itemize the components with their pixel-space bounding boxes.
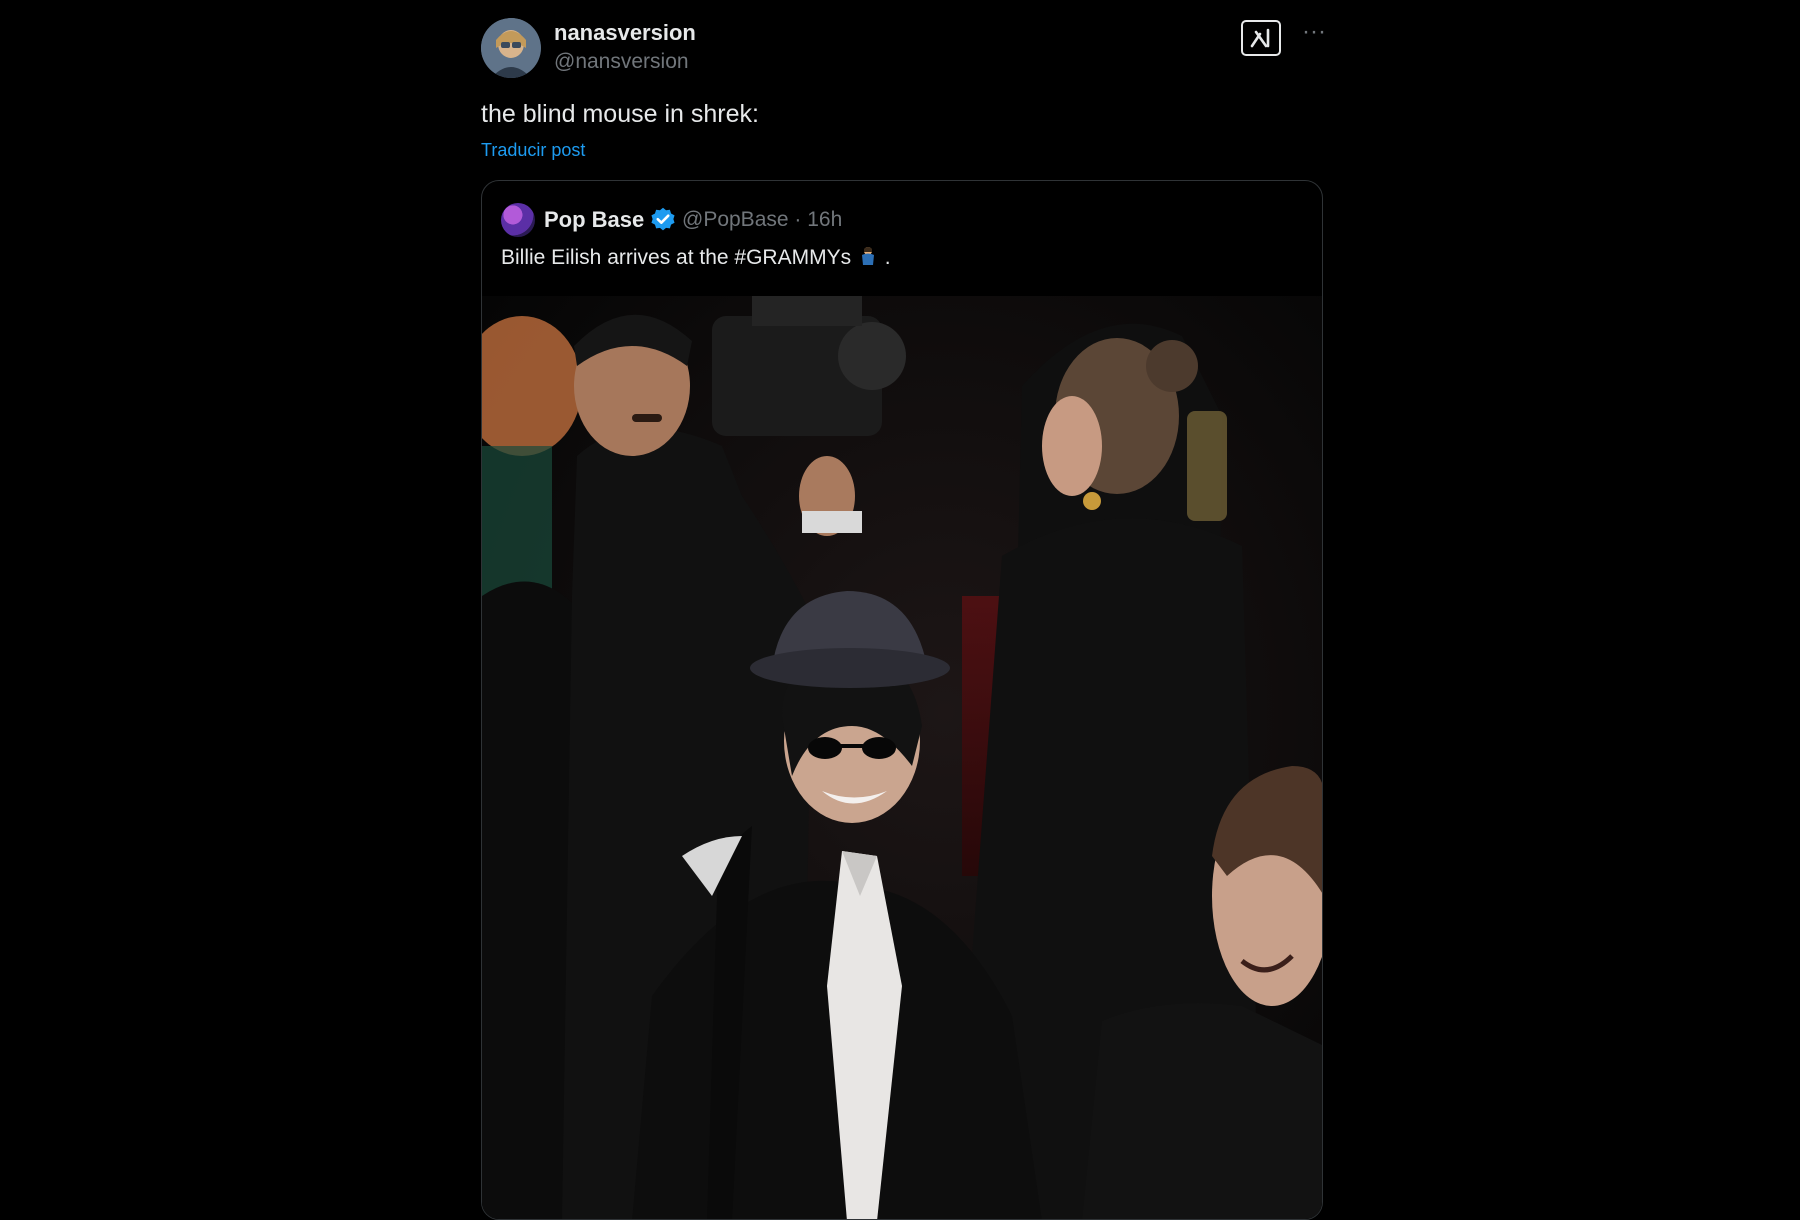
quoted-user-handle-time[interactable]: @PopBase · 16h bbox=[682, 208, 842, 232]
quoted-post[interactable]: Pop Base @PopBase · 16h Billie Eilish ar… bbox=[481, 180, 1323, 1220]
quoted-user-display-name[interactable]: Pop Base bbox=[544, 207, 644, 233]
grok-icon[interactable] bbox=[1241, 20, 1281, 56]
user-avatar[interactable] bbox=[481, 18, 541, 78]
avatar-image-icon bbox=[481, 18, 541, 78]
translate-post-link[interactable]: Traducir post bbox=[481, 140, 585, 161]
more-options-icon[interactable]: ··· bbox=[1299, 20, 1329, 52]
quoted-post-photo[interactable] bbox=[482, 296, 1322, 1219]
quoted-user-avatar[interactable] bbox=[501, 203, 535, 237]
photo-image bbox=[482, 296, 1322, 1219]
post-text: the blind mouse in shrek: bbox=[481, 100, 759, 128]
user-display-name[interactable]: nanasversion bbox=[554, 20, 696, 46]
quoted-post-text-suffix: . bbox=[884, 246, 891, 269]
tweet: nanasversion @nansversion ··· the blind … bbox=[481, 0, 1326, 1220]
verified-badge-icon bbox=[651, 207, 675, 231]
quoted-post-text: Billie Eilish arrives at the #GRAMMYs . bbox=[501, 245, 891, 270]
user-handle[interactable]: @nansversion bbox=[554, 50, 689, 74]
quoted-post-text-body: Billie Eilish arrives at the #GRAMMYs bbox=[501, 246, 852, 269]
person-emoji-icon bbox=[861, 247, 874, 265]
